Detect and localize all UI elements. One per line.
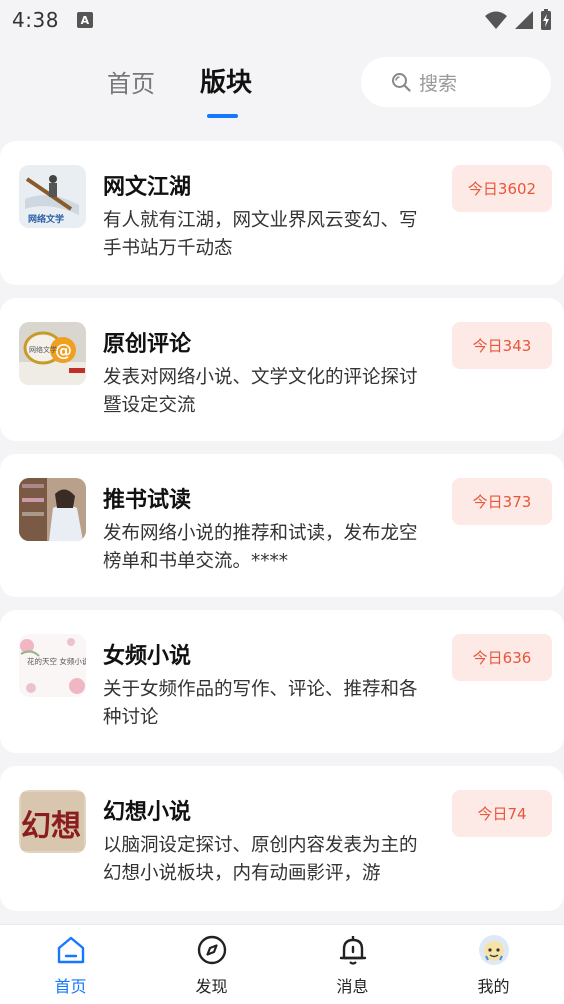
today-count-badge: 今日74 [452,790,552,837]
forum-card[interactable]: 花的天空 女频小说 女频小说 关于女频作品的写作、评论、推荐和各种讨论 今日63… [0,610,564,753]
wifi-icon [485,11,507,29]
svg-text:幻想: 幻想 [21,809,81,844]
nav-label: 发现 [195,977,228,996]
forum-title: 幻想小说 [103,800,192,825]
tab-board[interactable]: 版块 [200,62,252,99]
forum-title: 女频小说 [103,644,192,669]
home-icon [54,933,88,967]
forum-thumbnail: @ 网络文学 [19,322,86,385]
svg-text:网络文学: 网络文学 [29,345,57,354]
forum-description: 以脑洞设定探讨、原创内容发表为主的幻想小说板块，内有动画影评，游 [103,835,418,884]
forum-card[interactable]: 推书试读 发布网络小说的推荐和试读，发布龙空榜单和书单交流。**** 今日373 [0,454,564,597]
signal-icon [515,11,533,29]
svg-text:花的天空 女频小说: 花的天空 女频小说 [27,656,86,666]
nav-profile[interactable]: 我的 [423,925,564,1004]
search-input[interactable]: 搜索 [361,57,551,107]
nav-messages[interactable]: 消息 [282,925,423,1004]
keyboard-icon: A [76,12,93,28]
forum-description: 关于女频作品的写作、评论、推荐和各种讨论 [103,679,418,728]
forum-thumbnail [19,478,86,541]
status-time: 4:38 [12,8,59,32]
svg-text:网络文学: 网络文学 [28,213,64,225]
avatar [477,933,511,967]
search-icon [392,73,411,92]
forum-card[interactable]: @ 网络文学 原创评论 发表对网络小说、文学文化的评论探讨暨设定交流 今日343 [0,298,564,441]
today-count-badge: 今日636 [452,634,552,681]
status-bar: 4:38 A [0,0,564,40]
forum-title: 网文江湖 [103,175,192,200]
nav-label: 我的 [477,977,510,996]
svg-text:@: @ [55,341,72,361]
nav-label: 消息 [336,977,369,996]
forum-title: 推书试读 [103,488,192,513]
tab-home[interactable]: 首页 [107,64,155,99]
header: 首页 版块 搜索 [0,50,564,120]
forum-description: 发表对网络小说、文学文化的评论探讨暨设定交流 [103,367,418,416]
forum-card[interactable]: 幻想 幻想小说 以脑洞设定探讨、原创内容发表为主的幻想小说板块，内有动画影评，游… [0,766,564,911]
forum-card[interactable]: 网络文学 网文江湖 有人就有江湖，网文业界风云变幻、写手书站万千动态 今日360… [0,141,564,285]
nav-discover[interactable]: 发现 [141,925,282,1004]
bell-icon [336,933,370,967]
bottom-nav: 首页 发现 消息 我的 [0,924,564,1004]
status-icons [484,9,552,31]
forum-thumbnail: 网络文学 [19,165,86,228]
forum-description: 有人就有江湖，网文业界风云变幻、写手书站万千动态 [103,210,418,259]
battery-icon [541,9,551,30]
today-count-badge: 今日373 [452,478,552,525]
today-count-badge: 今日3602 [452,165,552,212]
today-count-badge: 今日343 [452,322,552,369]
forum-thumbnail: 幻想 [19,790,86,853]
compass-icon [195,933,229,967]
forum-title: 原创评论 [103,332,192,357]
forum-thumbnail: 花的天空 女频小说 [19,634,86,697]
active-tab-indicator [207,114,238,118]
forum-description: 发布网络小说的推荐和试读，发布龙空榜单和书单交流。**** [103,523,418,572]
nav-label: 首页 [54,977,87,996]
search-placeholder: 搜索 [419,72,458,95]
nav-home[interactable]: 首页 [0,925,141,1004]
